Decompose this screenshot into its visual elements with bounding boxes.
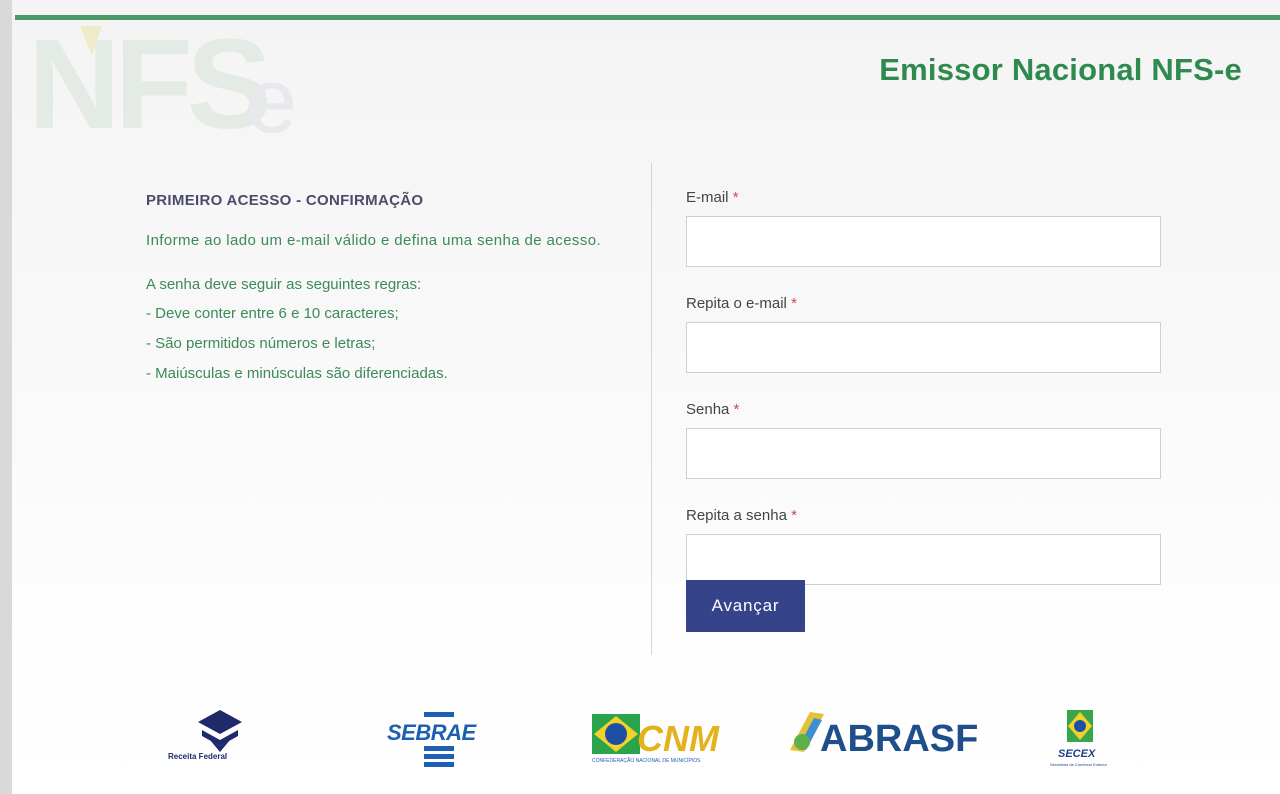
cnm-logo-caption: CONFEDERAÇÃO NACIONAL DE MUNICÍPIOS xyxy=(592,758,701,764)
rule-item: - Deve conter entre 6 e 10 caracteres; xyxy=(146,305,399,322)
confirm-password-field-group: Repita a senha * xyxy=(686,506,1161,585)
password-field-group: Senha * xyxy=(686,400,1161,479)
secex-logo-caption: Secretaria de Comércio Exterior xyxy=(1050,762,1107,767)
confirm-password-label-text: Repita a senha xyxy=(686,507,787,524)
info-panel: PRIMEIRO ACESSO - CONFIRMAÇÃO Informe ao… xyxy=(146,192,626,389)
page: NFS e Emissor Nacional NFS-e PRIMEIRO AC… xyxy=(0,0,1280,794)
secex-logo-text: SECEX xyxy=(1058,748,1096,760)
email-label: E-mail * xyxy=(686,188,1161,208)
sebrae-logo-text: SEBRAE xyxy=(387,720,476,745)
nfse-watermark-logo: NFS e xyxy=(28,16,297,136)
email-input[interactable] xyxy=(686,216,1161,267)
svg-text:NFS: NFS xyxy=(28,16,268,136)
first-access-form: E-mail * Repita o e-mail * Senha * Repit… xyxy=(686,188,1161,612)
submit-button[interactable]: Avançar xyxy=(686,580,805,632)
required-mark: * xyxy=(791,507,797,524)
required-mark: * xyxy=(791,295,797,312)
confirm-email-field-group: Repita o e-mail * xyxy=(686,294,1161,373)
confirm-email-label-text: Repita o e-mail xyxy=(686,295,787,312)
rule-item: - Maiúsculas e minúsculas são diferencia… xyxy=(146,365,448,382)
password-label-text: Senha xyxy=(686,401,730,418)
info-heading: PRIMEIRO ACESSO - CONFIRMAÇÃO xyxy=(146,192,424,209)
receita-federal-logo-text: Receita Federal xyxy=(168,752,228,761)
email-label-text: E-mail xyxy=(686,189,729,206)
required-mark: * xyxy=(732,189,739,206)
app-title: Emissor Nacional NFS-e xyxy=(879,52,1242,87)
confirm-password-input[interactable] xyxy=(686,534,1161,585)
rules-list: - Deve conter entre 6 e 10 caracteres; -… xyxy=(146,299,626,389)
password-input[interactable] xyxy=(686,428,1161,479)
email-field-group: E-mail * xyxy=(686,188,1161,267)
rules-title: A senha deve seguir as seguintes regras: xyxy=(146,276,422,293)
required-mark: * xyxy=(733,401,740,418)
cnm-logo-text: CNM xyxy=(637,718,719,759)
confirm-email-input[interactable] xyxy=(686,322,1161,373)
confirm-password-label: Repita a senha * xyxy=(686,506,1161,526)
rule-item: - São permitidos números e letras; xyxy=(146,335,376,352)
password-label: Senha * xyxy=(686,400,1161,420)
vertical-divider xyxy=(651,163,652,655)
abrasf-logo-text: ABRASF xyxy=(820,718,979,760)
info-intro: Informe ao lado um e-mail válido e defin… xyxy=(146,232,602,249)
partner-logos: Receita Federal SEBRAE CNM CONFEDERAÇÃO … xyxy=(140,700,1140,780)
svg-text:e: e xyxy=(246,50,297,136)
confirm-email-label: Repita o e-mail * xyxy=(686,294,1161,314)
left-edge-strip xyxy=(0,0,12,794)
